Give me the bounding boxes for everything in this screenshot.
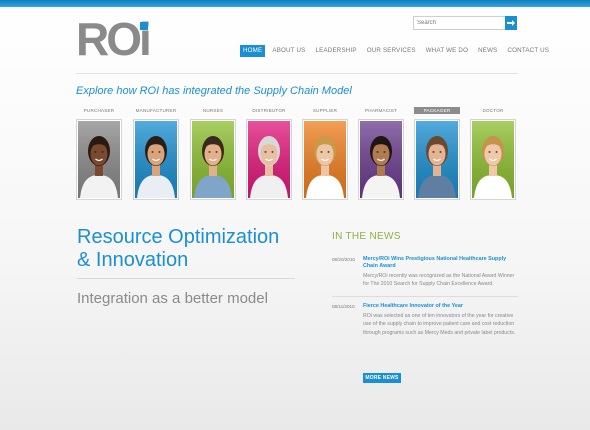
logo-text: ROi — [76, 13, 152, 65]
tagline: Explore how ROI has integrated the Suppl… — [76, 85, 352, 97]
logo[interactable]: ROi — [76, 16, 152, 62]
persona-card[interactable] — [358, 119, 404, 200]
news-divider — [332, 295, 518, 297]
headline-line-1: Resource Optimization — [77, 226, 280, 248]
news-summary: ROi was selected as one of ten innovator… — [363, 312, 516, 336]
news-date: 08/11/2010 — [332, 303, 355, 309]
persona-pharmacist[interactable]: PHARMACIST — [358, 107, 404, 200]
persona-distributor[interactable]: DISTRIBUTOR — [246, 107, 292, 200]
persona-photo — [78, 121, 120, 198]
news-item: 08/11/2010 Fierce Healthcare Innovator o… — [332, 303, 518, 338]
news-list: 08/20/2010 Mercy/ROi Wins Prestigious Na… — [332, 256, 518, 337]
persona-card[interactable] — [76, 119, 122, 200]
headline-divider — [77, 278, 295, 279]
persona-photo — [304, 121, 346, 198]
persona-label: PACKAGER — [414, 107, 460, 114]
persona-label: DOCTOR — [482, 108, 504, 113]
nav-what-we-do[interactable]: WHAT WE DO — [423, 45, 471, 57]
persona-card[interactable] — [414, 119, 460, 200]
persona-packager[interactable]: PACKAGER — [414, 107, 460, 200]
persona-photo — [360, 121, 402, 198]
logo-dot — [140, 22, 148, 30]
persona-card[interactable] — [470, 119, 516, 200]
news-summary: Mercy/ROi recently was recognized as the… — [363, 272, 515, 288]
persona-strip: PURCHASER MANUFACTURER NURSES DISTRIBUTO… — [76, 107, 518, 203]
person-portrait-icon — [248, 121, 290, 198]
persona-manufacturer[interactable]: MANUFACTURER — [133, 107, 179, 200]
persona-label: SUPPLIER — [312, 108, 338, 113]
persona-photo — [472, 121, 514, 198]
news-headline-link[interactable]: Fierce Healthcare Innovator of the Year — [363, 303, 518, 310]
person-portrait-icon — [472, 121, 514, 198]
persona-card[interactable] — [190, 119, 236, 200]
persona-label: PURCHASER — [83, 108, 115, 113]
persona-photo — [248, 121, 290, 198]
nav-contact-us[interactable]: CONTACT US — [504, 45, 552, 57]
person-portrait-icon — [304, 121, 346, 198]
top-accent-bar — [0, 0, 590, 7]
nav-about-us[interactable]: ABOUT US — [269, 45, 308, 57]
persona-card[interactable] — [302, 119, 348, 200]
persona-label: PHARMACIST — [364, 108, 398, 113]
more-news-button[interactable]: MORE NEWS — [363, 373, 401, 383]
headline-line-2: & Innovation — [77, 249, 189, 271]
person-portrait-icon — [78, 121, 120, 198]
arrow-right-icon — [507, 20, 515, 26]
person-portrait-icon — [416, 121, 458, 198]
nav-home[interactable]: HOME — [240, 45, 266, 57]
search-button[interactable] — [505, 16, 517, 30]
persona-nurses[interactable]: NURSES — [190, 107, 236, 200]
persona-doctor[interactable]: DOCTOR — [470, 107, 516, 200]
main-nav: HOME ABOUT US LEADERSHIP OUR SERVICES WH… — [240, 45, 556, 57]
news-date: 08/20/2010 — [332, 257, 355, 262]
persona-card[interactable] — [133, 119, 179, 200]
persona-photo — [192, 121, 234, 198]
persona-label: NURSES — [202, 108, 224, 113]
nav-our-services[interactable]: OUR SERVICES — [364, 45, 419, 57]
persona-photo — [135, 121, 177, 198]
person-portrait-icon — [135, 121, 177, 198]
news-item: 08/20/2010 Mercy/ROi Wins Prestigious Na… — [332, 256, 518, 289]
news-section-title: IN THE NEWS — [332, 231, 401, 242]
page-subhead: Integration as a better model — [77, 290, 268, 307]
persona-purchaser[interactable]: PURCHASER — [76, 107, 122, 200]
persona-card[interactable] — [246, 119, 292, 200]
news-headline-link[interactable]: Mercy/ROi Wins Prestigious National Heal… — [363, 256, 518, 270]
header-divider — [76, 73, 518, 74]
search-input[interactable] — [413, 16, 517, 30]
persona-label: MANUFACTURER — [135, 108, 177, 113]
page-headline: Resource Optimization & Innovation — [77, 226, 307, 272]
person-portrait-icon — [360, 121, 402, 198]
persona-photo — [416, 121, 458, 198]
person-portrait-icon — [192, 121, 234, 198]
nav-leadership[interactable]: LEADERSHIP — [313, 45, 360, 57]
persona-label: DISTRIBUTOR — [252, 108, 286, 113]
nav-news[interactable]: NEWS — [475, 45, 500, 57]
persona-supplier[interactable]: SUPPLIER — [302, 107, 348, 200]
